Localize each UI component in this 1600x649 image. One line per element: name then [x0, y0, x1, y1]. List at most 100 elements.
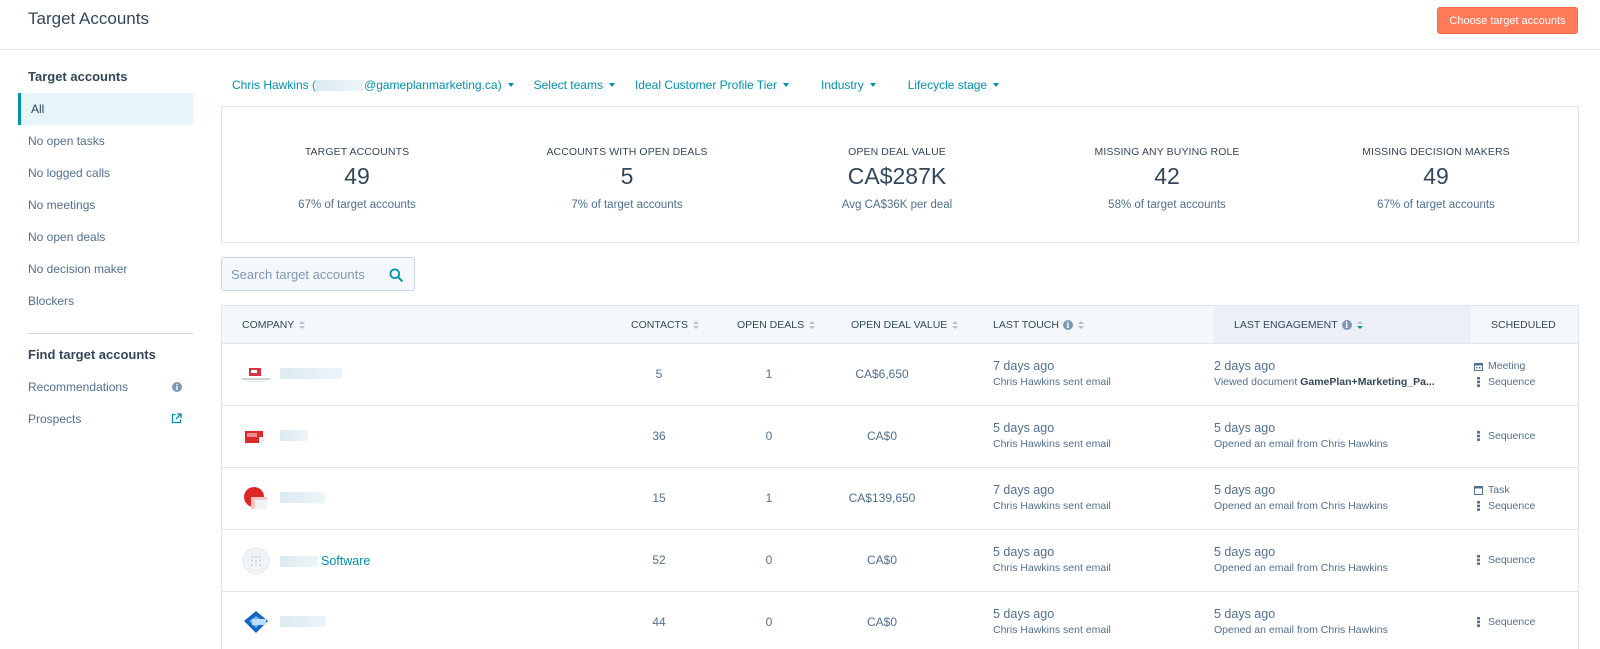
scheduled-task[interactable]: Task: [1474, 484, 1510, 496]
redacted-text: [316, 79, 365, 91]
stat-value: CA$287K: [847, 163, 947, 189]
last-touch-detail: Chris Hawkins sent email: [993, 624, 1111, 636]
contacts-count: 15: [652, 491, 666, 505]
table-row[interactable]: 36 0 CA$0 5 days ago Chris Hawkins sent …: [222, 406, 1578, 468]
lifecycle-stage-filter[interactable]: Lifecycle stage: [908, 78, 1000, 92]
company-name-link[interactable]: Software: [280, 554, 370, 568]
sidebar-item-label: All: [31, 102, 45, 116]
table-row[interactable]: 44 0 CA$0 5 days ago Chris Hawkins sent …: [222, 592, 1578, 649]
open-deals-count: 1: [765, 367, 773, 381]
last-touch-time: 5 days ago: [993, 545, 1055, 559]
industry-filter[interactable]: Industry: [821, 78, 876, 92]
column-header-company[interactable]: COMPANY: [242, 306, 306, 343]
icp-tier-filter-label: Ideal Customer Profile Tier: [634, 78, 778, 92]
table-row[interactable]: 5 1 CA$6,650 7 days ago Chris Hawkins se…: [222, 344, 1578, 406]
sidebar-item-label: Recommendations: [28, 380, 129, 394]
scheduled-sequence[interactable]: Sequence: [1474, 554, 1535, 566]
company-name-link[interactable]: [280, 492, 325, 503]
icp-tier-filter[interactable]: Ideal Customer Profile Tier: [634, 78, 790, 92]
sort-icon: [692, 320, 699, 329]
column-header-last-touch[interactable]: LAST TOUCH i: [993, 306, 1084, 343]
company-name-link[interactable]: [280, 430, 308, 441]
choose-target-accounts-button[interactable]: Choose target accounts: [1437, 7, 1578, 34]
top-bar: Target Accounts Choose target accounts: [0, 0, 1600, 50]
open-deal-value: CA$139,650: [848, 491, 916, 505]
info-icon[interactable]: i: [1062, 319, 1073, 330]
sidebar-item-no-decision-maker[interactable]: No decision maker: [18, 253, 193, 285]
stat-accounts-with-open-deals: ACCOUNTS WITH OPEN DEALS 5 7% of target …: [492, 107, 762, 244]
company-logo: [242, 361, 270, 389]
column-header-contacts[interactable]: CONTACTS: [631, 306, 699, 343]
last-engagement-time: 2 days ago: [1214, 359, 1276, 373]
company-logo: [242, 423, 270, 451]
search-input[interactable]: [231, 267, 379, 282]
table-row[interactable]: Software 52 0 CA$0 5 days ago Chris Hawk…: [222, 530, 1578, 592]
info-icon[interactable]: i: [1341, 319, 1352, 330]
external-link-icon: [170, 412, 183, 425]
scheduled-sequence[interactable]: Sequence: [1474, 430, 1535, 442]
task-icon: [1474, 485, 1483, 495]
stat-subtext: 58% of target accounts: [1108, 199, 1226, 211]
document-name[interactable]: GamePlan+Marketing_Pa...: [1300, 376, 1435, 388]
table-row[interactable]: 15 1 CA$139,650 7 days ago Chris Hawkins…: [222, 468, 1578, 530]
scheduled-sequence[interactable]: Sequence: [1474, 500, 1535, 512]
chevron-down-icon: [869, 83, 876, 87]
last-touch-detail: Chris Hawkins sent email: [993, 376, 1111, 388]
last-engagement-detail: Opened an email from Chris Hawkins: [1214, 624, 1388, 636]
table-header: COMPANY CONTACTS OPEN DEALS OPEN DEAL VA…: [222, 306, 1578, 344]
scheduled-sequence[interactable]: Sequence: [1474, 616, 1535, 628]
open-deals-count: 0: [765, 429, 773, 443]
sort-descending-icon: [1356, 320, 1363, 329]
contacts-count: 52: [652, 553, 666, 567]
last-engagement-detail: Opened an email from Chris Hawkins: [1214, 438, 1388, 450]
industry-filter-label: Industry: [821, 78, 864, 92]
sidebar-item-blockers[interactable]: Blockers: [18, 285, 193, 317]
column-header-label: COMPANY: [242, 318, 295, 331]
company-name-link[interactable]: [280, 368, 342, 379]
sidebar-item-prospects[interactable]: Prospects: [18, 403, 193, 435]
column-header-open-deals[interactable]: OPEN DEALS: [737, 306, 816, 343]
sidebar-item-label: No open tasks: [28, 134, 105, 148]
last-engagement-detail: Opened an email from Chris Hawkins: [1214, 562, 1388, 574]
column-header-last-engagement[interactable]: LAST ENGAGEMENT i: [1214, 306, 1471, 343]
last-touch-time: 5 days ago: [993, 421, 1055, 435]
sidebar-item-all[interactable]: All: [18, 93, 193, 125]
stat-value: 5: [620, 163, 634, 189]
column-header-open-deal-value[interactable]: OPEN DEAL VALUE: [851, 306, 959, 343]
redacted-text: [280, 492, 325, 503]
open-deals-count: 1: [765, 491, 773, 505]
stat-label: OPEN DEAL VALUE: [848, 146, 946, 158]
scheduled-sequence[interactable]: Sequence: [1474, 376, 1535, 388]
scheduled-label: Sequence: [1488, 616, 1536, 628]
open-deals-count: 0: [765, 553, 773, 567]
redacted-text: [280, 430, 308, 441]
last-engagement-time: 5 days ago: [1214, 483, 1276, 497]
search-icon[interactable]: [389, 268, 403, 282]
sidebar-item-label: Prospects: [28, 412, 82, 426]
last-touch-detail: Chris Hawkins sent email: [993, 438, 1111, 450]
contacts-count: 36: [652, 429, 666, 443]
engagement-action: Viewed document: [1214, 376, 1301, 388]
contacts-count: 44: [652, 615, 666, 629]
company-logo: [242, 485, 270, 513]
column-header-label: SCHEDULED: [1491, 318, 1556, 331]
company-logo: [242, 547, 270, 575]
owner-filter-suffix: @gameplanmarketing.ca): [364, 78, 502, 92]
scheduled-meeting[interactable]: Meeting: [1474, 360, 1525, 372]
column-header-label: CONTACTS: [631, 318, 688, 331]
sidebar-item-recommendations[interactable]: Recommendations: [18, 371, 193, 403]
sequence-icon: [1477, 431, 1480, 441]
teams-filter[interactable]: Select teams: [534, 78, 615, 92]
company-name-link[interactable]: [280, 616, 326, 627]
search-box: [221, 257, 415, 291]
stat-label: TARGET ACCOUNTS: [304, 146, 410, 158]
sidebar-divider: [28, 333, 193, 334]
owner-filter[interactable]: Chris Hawkins ( @gameplanmarketing.ca): [232, 78, 514, 92]
sidebar-item-no-open-tasks[interactable]: No open tasks: [18, 125, 193, 157]
sidebar-item-no-open-deals[interactable]: No open deals: [18, 221, 193, 253]
last-touch-time: 5 days ago: [993, 607, 1055, 621]
sidebar-item-no-logged-calls[interactable]: No logged calls: [18, 157, 193, 189]
open-deal-value: CA$0: [866, 429, 898, 443]
sidebar-item-no-meetings[interactable]: No meetings: [18, 189, 193, 221]
teams-filter-label: Select teams: [533, 78, 603, 92]
